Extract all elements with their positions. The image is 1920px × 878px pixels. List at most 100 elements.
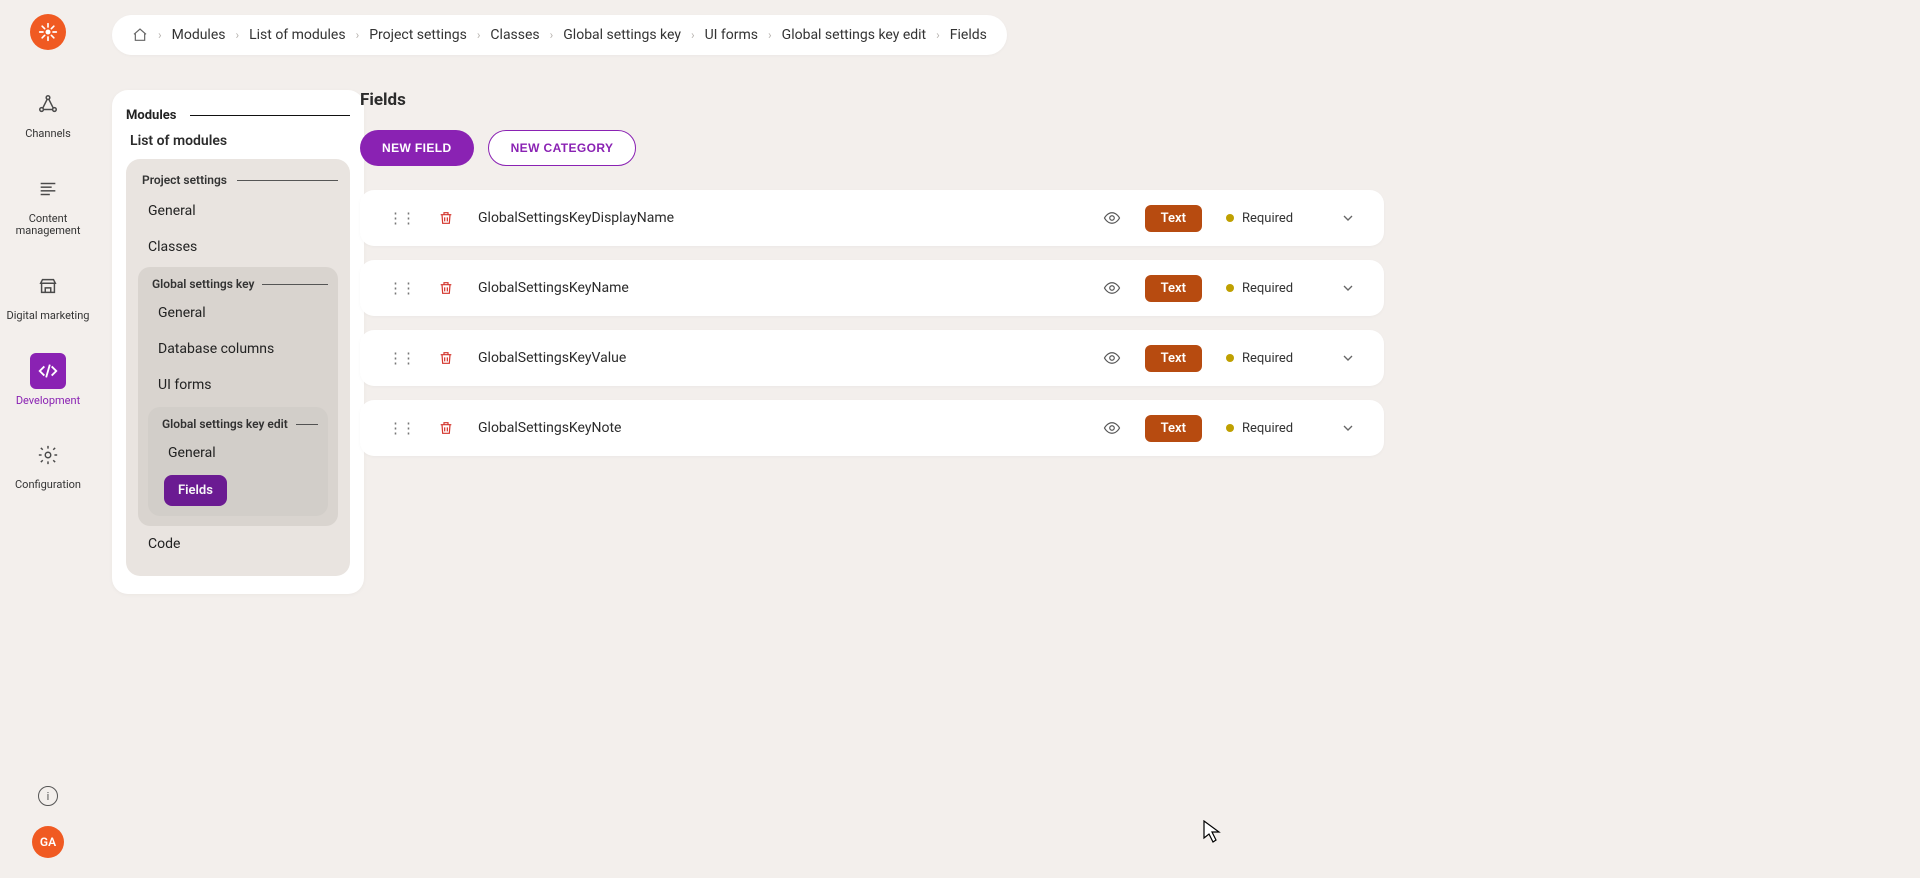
- field-type-badge: Text: [1145, 205, 1202, 232]
- crumb-link[interactable]: List of modules: [249, 27, 345, 43]
- side-root-label: Modules: [126, 108, 350, 123]
- info-icon[interactable]: i: [38, 786, 58, 806]
- side-link-general[interactable]: General: [138, 193, 338, 229]
- field-name: GlobalSettingsKeyName: [478, 280, 629, 296]
- crumb-link[interactable]: Global settings key: [563, 27, 681, 43]
- field-row: ⋮⋮ GlobalSettingsKeyDisplayName Text Requir…: [360, 190, 1384, 246]
- home-icon[interactable]: [132, 27, 148, 43]
- required-indicator: Required: [1226, 421, 1316, 436]
- code-icon: [30, 353, 66, 389]
- crumb-link[interactable]: UI forms: [705, 27, 758, 43]
- chevron-down-icon[interactable]: [1340, 420, 1356, 436]
- text: Global settings key edit: [162, 417, 288, 431]
- rail-item-marketing[interactable]: Digital marketing: [0, 268, 96, 323]
- rail-label: Configuration: [15, 479, 81, 492]
- trash-icon[interactable]: [438, 350, 454, 366]
- side-link-fields-active[interactable]: Fields: [164, 475, 227, 506]
- status-dot-icon: [1226, 424, 1234, 432]
- chevron-right-icon: ›: [936, 28, 940, 42]
- crumb-link[interactable]: Project settings: [369, 27, 467, 43]
- new-field-button[interactable]: NEW FIELD: [360, 130, 474, 166]
- chevron-down-icon[interactable]: [1340, 280, 1356, 296]
- rail-label: Development: [16, 395, 80, 408]
- crumb-link[interactable]: Global settings key edit: [782, 27, 926, 43]
- chevron-down-icon[interactable]: [1340, 210, 1356, 226]
- chevron-right-icon: ›: [691, 28, 695, 42]
- side-link-edit-general[interactable]: General: [158, 435, 318, 471]
- breadcrumb: › Modules › List of modules › Project se…: [112, 15, 1007, 55]
- visibility-icon[interactable]: [1103, 419, 1121, 437]
- field-row: ⋮⋮ GlobalSettingsKeyNote Text Required: [360, 400, 1384, 456]
- drag-handle-icon[interactable]: ⋮⋮: [388, 279, 414, 297]
- visibility-icon[interactable]: [1103, 279, 1121, 297]
- side-project-label: Project settings: [142, 173, 338, 187]
- side-panel: Modules List of modules Project settings…: [112, 90, 364, 594]
- gear-icon: [30, 437, 66, 473]
- rail-item-channels[interactable]: Channels: [0, 86, 96, 141]
- rail-label: Channels: [25, 128, 71, 141]
- text: Project settings: [142, 173, 227, 187]
- field-name: GlobalSettingsKeyDisplayName: [478, 210, 674, 226]
- visibility-icon[interactable]: [1103, 209, 1121, 227]
- status-dot-icon: [1226, 214, 1234, 222]
- rail-label: Content management: [0, 213, 96, 238]
- field-type-badge: Text: [1145, 345, 1202, 372]
- side-gs-label: Global settings key: [152, 277, 328, 291]
- drag-handle-icon[interactable]: ⋮⋮: [388, 209, 414, 227]
- trash-icon[interactable]: [438, 210, 454, 226]
- field-list: ⋮⋮ GlobalSettingsKeyDisplayName Text Requir…: [360, 190, 1880, 456]
- chevron-right-icon: ›: [477, 28, 481, 42]
- field-type-badge: Text: [1145, 275, 1202, 302]
- side-link-gs-general[interactable]: General: [148, 295, 328, 331]
- side-link-classes[interactable]: Classes: [138, 229, 338, 265]
- text: Global settings key: [152, 277, 254, 291]
- trash-icon[interactable]: [438, 420, 454, 436]
- field-name: GlobalSettingsKeyNote: [478, 420, 621, 436]
- visibility-icon[interactable]: [1103, 349, 1121, 367]
- drag-handle-icon[interactable]: ⋮⋮: [388, 349, 414, 367]
- rail-item-development[interactable]: Development: [0, 353, 96, 408]
- side-gs-edit-label: Global settings key edit: [162, 417, 318, 431]
- app-rail: Channels Content management Digital mark…: [0, 0, 96, 878]
- chevron-right-icon: ›: [768, 28, 772, 42]
- crumb-current: Fields: [950, 27, 987, 43]
- field-row: ⋮⋮ GlobalSettingsKeyValue Text Required: [360, 330, 1384, 386]
- chevron-right-icon: ›: [550, 28, 554, 42]
- crumb-link[interactable]: Modules: [172, 27, 226, 43]
- cursor-icon: [1203, 820, 1221, 844]
- store-icon: [30, 268, 66, 304]
- text: Modules: [126, 108, 176, 123]
- field-name: GlobalSettingsKeyValue: [478, 350, 626, 366]
- required-indicator: Required: [1226, 281, 1316, 296]
- trash-icon[interactable]: [438, 280, 454, 296]
- side-link-code[interactable]: Code: [138, 526, 338, 562]
- field-row: ⋮⋮ GlobalSettingsKeyName Text Required: [360, 260, 1384, 316]
- chevron-right-icon: ›: [235, 28, 239, 42]
- crumb-link[interactable]: Classes: [490, 27, 539, 43]
- side-link-db-columns[interactable]: Database columns: [148, 331, 328, 367]
- status-dot-icon: [1226, 284, 1234, 292]
- required-indicator: Required: [1226, 351, 1316, 366]
- chevron-right-icon: ›: [356, 28, 360, 42]
- field-type-badge: Text: [1145, 415, 1202, 442]
- required-indicator: Required: [1226, 211, 1316, 226]
- list-icon: [30, 171, 66, 207]
- side-gs-box: Global settings key General Database col…: [138, 267, 338, 526]
- side-project-box: Project settings General Classes Global …: [126, 159, 350, 576]
- rail-item-content[interactable]: Content management: [0, 171, 96, 238]
- logo-icon: [38, 22, 58, 42]
- side-link-ui-forms[interactable]: UI forms: [148, 367, 328, 403]
- side-list-modules[interactable]: List of modules: [130, 133, 350, 149]
- chevron-right-icon: ›: [158, 28, 162, 42]
- rail-label: Digital marketing: [7, 310, 90, 323]
- avatar[interactable]: GA: [32, 826, 64, 858]
- network-icon: [30, 86, 66, 122]
- chevron-down-icon[interactable]: [1340, 350, 1356, 366]
- page-title: Fields: [360, 90, 1880, 110]
- main-area: Fields NEW FIELD NEW CATEGORY ⋮⋮ GlobalSe…: [360, 90, 1880, 470]
- rail-item-configuration[interactable]: Configuration: [0, 437, 96, 492]
- drag-handle-icon[interactable]: ⋮⋮: [388, 419, 414, 437]
- side-gs-edit-box: Global settings key edit General Fields: [148, 407, 328, 516]
- app-logo[interactable]: [30, 14, 66, 50]
- new-category-button[interactable]: NEW CATEGORY: [488, 130, 637, 166]
